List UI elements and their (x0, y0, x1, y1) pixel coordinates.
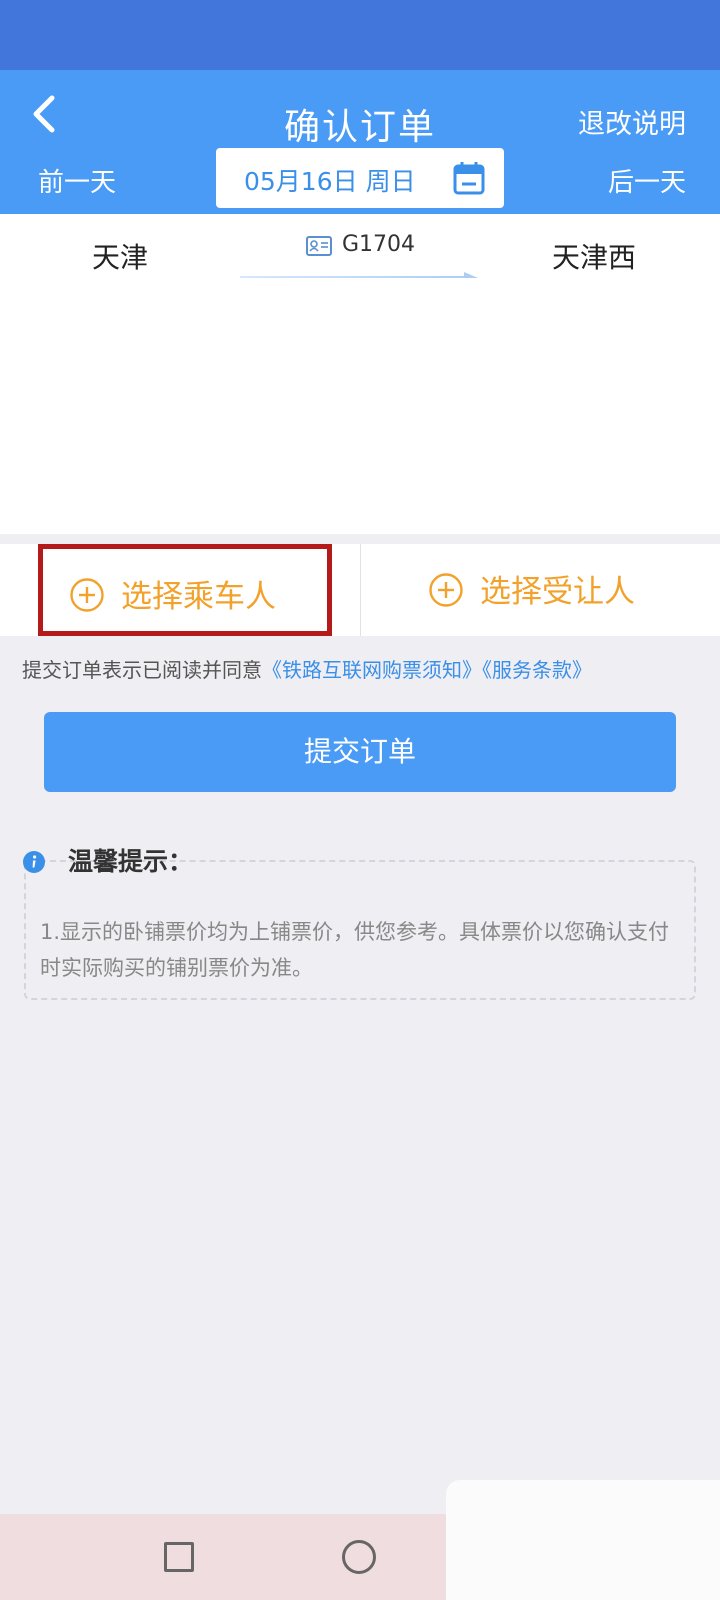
floating-panel (446, 1480, 720, 1600)
id-card-icon (306, 236, 332, 256)
train-number: G1704 (342, 232, 416, 257)
date-selector[interactable]: 05月16日 周日 (216, 148, 504, 208)
calendar-icon (453, 162, 485, 195)
arrival-station: 天津西 (552, 241, 637, 274)
agreement-prefix: 提交订单表示已阅读并同意 (22, 658, 262, 682)
date-text: 05月16日 周日 (244, 167, 416, 196)
ticketing-notice-link[interactable]: 《铁路互联网购票须知》 (262, 658, 482, 682)
system-nav-bar (0, 1514, 446, 1600)
select-passenger-label: 选择乘车人 (121, 579, 276, 615)
submit-order-button[interactable]: 提交订单 (44, 712, 676, 792)
select-transferee-label: 选择受让人 (480, 574, 635, 610)
passenger-selection-row: 选择乘车人 选择受让人 (0, 544, 720, 636)
tips-title: 温馨提示： (68, 847, 194, 876)
select-passenger-button[interactable]: 选择乘车人 (38, 544, 332, 636)
status-bar (0, 0, 720, 70)
departure-station: 天津 (92, 241, 149, 274)
header: 确认订单 退改说明 前一天 05月16日 周日 后一天 (0, 70, 720, 214)
circle-nav-icon[interactable] (342, 1540, 376, 1574)
square-nav-icon[interactable] (164, 1542, 194, 1572)
refund-policy-link[interactable]: 退改说明 (578, 102, 686, 141)
tips-text: 1.显示的卧铺票价均为上铺票价，供您参考。具体票价以您确认支付时实际购买的铺别票… (40, 920, 670, 980)
terms-of-service-link[interactable]: 《服务条款》 (482, 658, 592, 682)
prev-day-button[interactable]: 前一天 (38, 162, 116, 199)
next-day-button[interactable]: 后一天 (608, 162, 686, 199)
route-arrow-icon (240, 272, 478, 278)
plus-circle-icon (70, 578, 104, 612)
agreement-notice: 提交订单表示已阅读并同意《铁路互联网购票须知》《服务条款》 (22, 654, 592, 683)
trip-card: 天津 G1704 天津西 (0, 214, 720, 534)
select-transferee-button[interactable]: 选择受让人 (420, 544, 680, 636)
divider (360, 544, 361, 636)
plus-circle-icon (429, 573, 463, 607)
info-icon (23, 851, 45, 873)
